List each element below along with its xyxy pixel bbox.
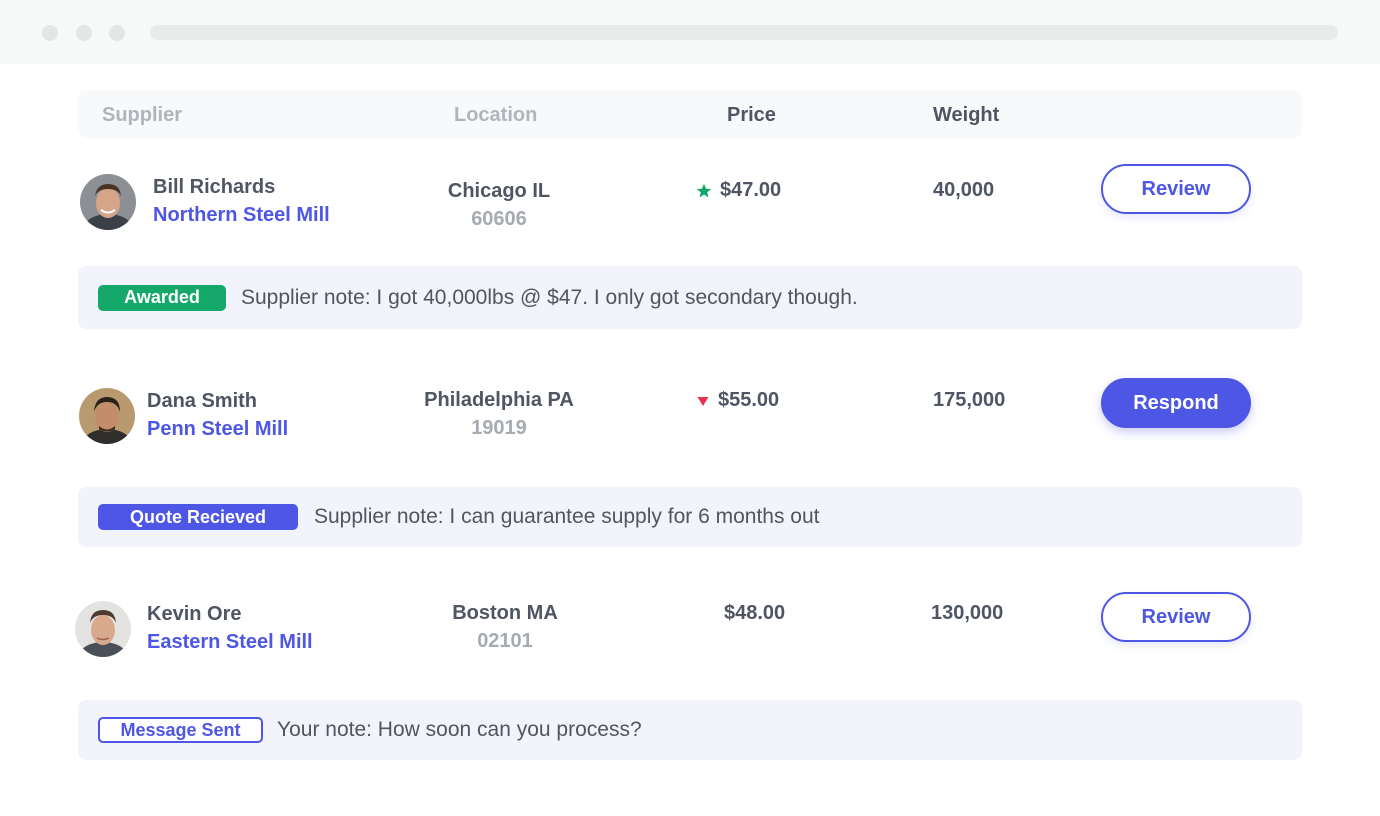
window-dot-icon [42, 25, 58, 41]
location-zip: 02101 [477, 630, 533, 652]
weight-value: 40,000 [933, 179, 995, 201]
table-row: Bill Richards Northern Steel Mill Chicag… [0, 140, 1380, 240]
supplier-note-bar: Quote Recieved Supplier note: I can guar… [78, 487, 1302, 547]
window-dot-icon [76, 25, 92, 41]
supplier-note: Supplier note: I can guarantee supply fo… [314, 505, 820, 528]
supplier-company-link[interactable]: Eastern Steel Mill [147, 631, 313, 654]
address-bar[interactable] [150, 25, 1338, 40]
your-note: Your note: How soon can you process? [277, 718, 642, 741]
table-row: Dana Smith Penn Steel Mill Philadelphia … [0, 354, 1380, 454]
down-triangle-icon [697, 396, 709, 406]
price-cell: $47.00 [696, 179, 781, 202]
location-city: Boston MA [452, 602, 558, 624]
status-badge: Message Sent [98, 717, 263, 743]
price-value: $48.00 [724, 602, 786, 624]
price-cell: $55.00 [696, 389, 779, 412]
table-header: Supplier Location Price Weight [78, 90, 1302, 138]
status-badge: Awarded [98, 284, 226, 311]
price-value: $47.00 [720, 179, 782, 201]
status-badge: Quote Recieved [98, 504, 298, 530]
price-cell: $48.00 [724, 602, 785, 625]
avatar [75, 601, 131, 657]
weight-value: 175,000 [933, 389, 1006, 411]
column-header-weight[interactable]: Weight [933, 104, 999, 127]
supplier-company-link[interactable]: Northern Steel Mill [153, 204, 330, 227]
supplier-company-link[interactable]: Penn Steel Mill [147, 418, 288, 441]
column-header-supplier[interactable]: Supplier [102, 104, 182, 127]
star-icon [696, 183, 712, 197]
avatar [79, 388, 135, 444]
supplier-note-bar: Message Sent Your note: How soon can you… [78, 700, 1302, 760]
supplier-note: Supplier note: I got 40,000lbs @ $47. I … [241, 285, 858, 309]
respond-button[interactable]: Respond [1101, 378, 1251, 428]
column-header-price[interactable]: Price [727, 104, 776, 127]
price-value: $55.00 [718, 389, 780, 411]
browser-chrome [0, 0, 1380, 64]
location-city: Chicago IL [447, 180, 551, 202]
supplier-note-bar: Awarded Supplier note: I got 40,000lbs @… [78, 266, 1302, 329]
location-zip: 60606 [471, 208, 527, 230]
column-header-location[interactable]: Location [454, 104, 537, 127]
avatar [80, 174, 136, 230]
supplier-name: Dana Smith [147, 390, 258, 412]
supplier-name: Kevin Ore [147, 603, 242, 625]
location-city: Philadelphia PA [424, 389, 574, 411]
review-button[interactable]: Review [1101, 164, 1251, 214]
window-dot-icon [109, 25, 125, 41]
review-button[interactable]: Review [1101, 592, 1251, 642]
supplier-name: Bill Richards [153, 176, 276, 198]
weight-value: 130,000 [931, 602, 1004, 624]
table-row: Kevin Ore Eastern Steel Mill Boston MA 0… [0, 567, 1380, 667]
location-zip: 19019 [471, 417, 527, 439]
